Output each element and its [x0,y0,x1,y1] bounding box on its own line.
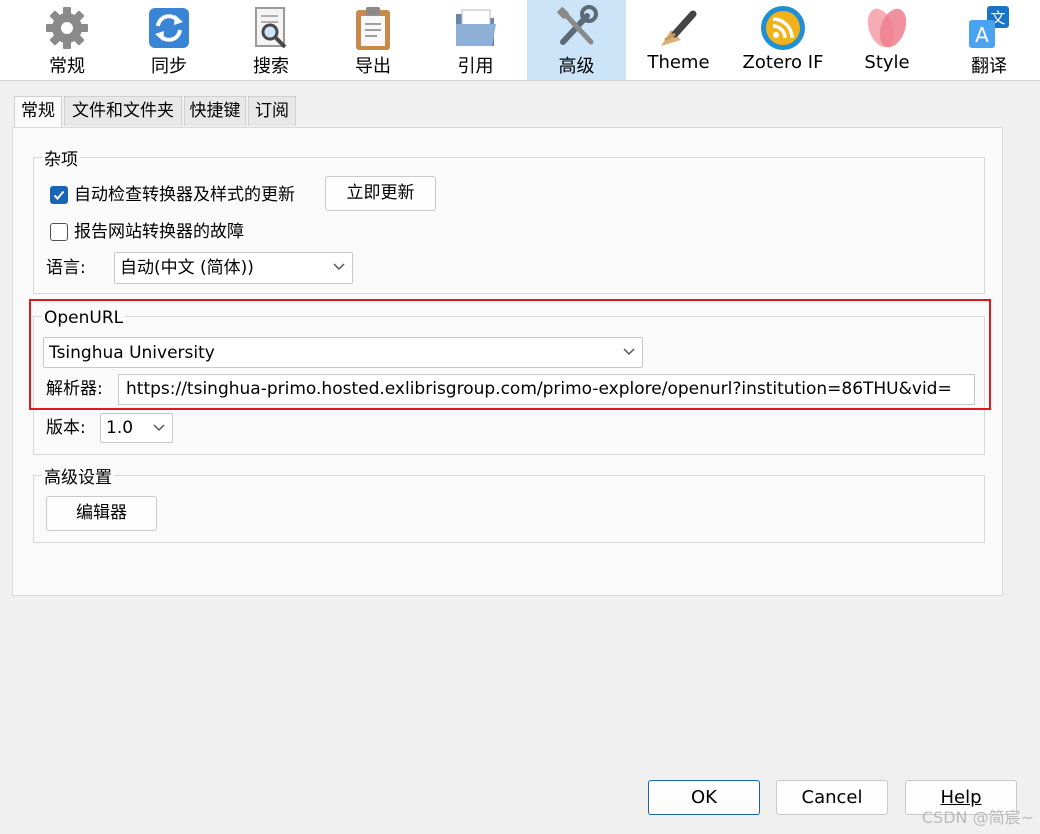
editor-button[interactable]: 编辑器 [46,496,157,531]
checkmark-icon [53,190,65,200]
version-value: 1.0 [106,418,134,438]
sync-icon [149,8,189,48]
toolbar-label: 翻译 [971,56,1007,77]
brush-icon [660,10,696,46]
highlight-box [29,299,991,410]
toolbar-label: 同步 [151,56,187,77]
translate-icon: 文 A [969,6,1009,48]
petals-icon [867,8,907,48]
version-select[interactable]: 1.0 [100,413,173,443]
tab-shortcuts[interactable]: 快捷键 [184,96,246,126]
update-now-button[interactable]: 立即更新 [325,176,436,211]
toolbar-label: Style [864,52,910,73]
toolbar-translate-button[interactable]: 文 A 翻译 [939,0,1039,80]
preferences-toolbar: 常规 同步 搜索 导出 引用 高级 Theme Zotero IF Style … [0,0,1040,81]
advanced-group [33,475,985,543]
toolbar-label: 导出 [355,56,391,77]
toolbar-label: 搜索 [253,56,289,77]
toolbar-cite-button[interactable]: 引用 [425,0,526,80]
toolbar-export-button[interactable]: 导出 [322,0,424,80]
toolbar-style-button[interactable]: Style [836,0,938,80]
tab-general[interactable]: 常规 [14,96,62,129]
search-doc-icon [255,7,287,49]
toolbar-advanced-button[interactable]: 高级 [527,0,626,80]
toolbar-label: 常规 [49,56,85,77]
toolbar-zotero-if-button[interactable]: Zotero IF [731,0,835,80]
toolbar-label: 引用 [457,56,494,77]
toolbar-search-button[interactable]: 搜索 [221,0,321,80]
gear-icon [46,7,88,49]
language-select[interactable]: 自动(中文 (简体)) [114,252,353,284]
chevron-down-icon [333,263,345,271]
rss-icon [761,6,805,50]
cancel-button[interactable]: Cancel [776,780,888,815]
auto-check-checkbox[interactable] [50,186,68,204]
folder-icon [455,9,496,46]
version-label: 版本: [46,418,86,438]
toolbar-label: 高级 [558,56,595,77]
toolbar-theme-button[interactable]: Theme [627,0,730,80]
toolbar-label: Theme [647,52,710,73]
advanced-legend: 高级设置 [42,468,114,488]
ok-button[interactable]: OK [648,780,760,815]
language-value: 自动(中文 (简体)) [120,258,254,278]
chevron-down-icon [153,424,165,432]
clipboard-icon [356,7,390,50]
toolbar-general-button[interactable]: 常规 [17,0,117,80]
misc-legend: 杂项 [42,150,80,170]
watermark: CSDN @简宸~ [921,808,1034,827]
tab-files-folders[interactable]: 文件和文件夹 [64,96,182,126]
toolbar-label: Zotero IF [742,52,824,73]
report-checkbox[interactable] [50,223,68,241]
tab-feeds[interactable]: 订阅 [248,96,296,126]
language-label: 语言: [46,258,86,278]
toolbar-sync-button[interactable]: 同步 [118,0,220,80]
report-label: 报告网站转换器的故障 [74,222,244,242]
tools-icon [556,5,598,45]
auto-check-label: 自动检查转换器及样式的更新 [74,185,295,205]
svg-text:A: A [975,23,989,47]
